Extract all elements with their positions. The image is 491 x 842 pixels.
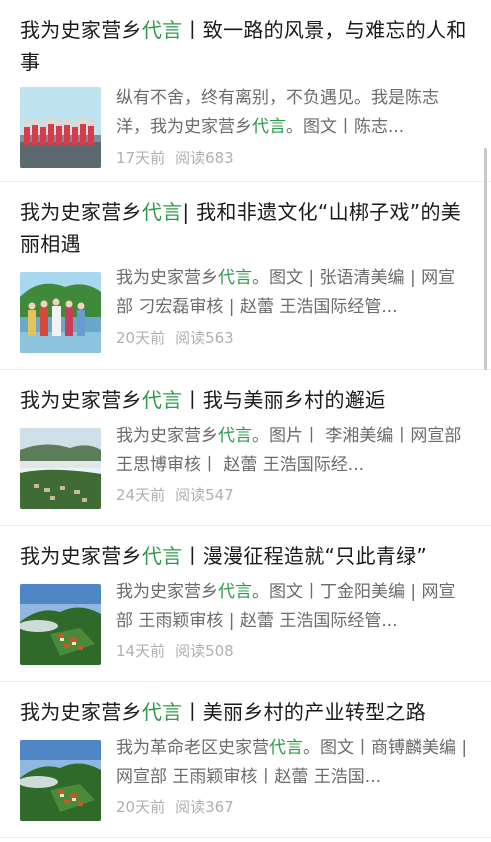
article-title[interactable]: 我为史家营乡代言丨美丽乡村的产业转型之路 — [20, 696, 472, 728]
title-highlight: 代言 — [141, 700, 183, 724]
read-count: 阅读508 — [175, 642, 234, 660]
summary-text: 。图文丨陈志... — [286, 117, 405, 137]
read-count: 阅读367 — [175, 798, 234, 816]
article-item[interactable]: 我为史家营乡代言丨致一路的风景，与难忘的人和事 纵有不舍，终有离别，不负遇见。我… — [0, 0, 491, 182]
title-text: 丨我与美丽乡村的邂逅 — [182, 388, 386, 412]
article-title[interactable]: 我为史家营乡代言丨漫漫征程造就“只此青绿” — [20, 540, 472, 572]
read-count: 阅读563 — [175, 329, 234, 347]
summary-highlight: 代言 — [252, 117, 286, 137]
article-item[interactable]: 我为史家营乡代言丨漫漫征程造就“只此青绿” 我为史家营乡代言。图文丨丁金阳美编 … — [0, 526, 491, 682]
article-item[interactable]: 我为史家营乡代言| 我和非遗文化“山梆子戏”的美丽相遇 我为史家营乡代言。图文 … — [0, 182, 491, 370]
title-text: 我为史家营乡 — [20, 388, 142, 412]
article-meta: 24天前 阅读547 — [116, 485, 244, 505]
article-summary: 纵有不舍，终有离别，不负遇见。我是陈志洋，我为史家营乡代言。图文丨陈志... — [116, 84, 472, 142]
opera-performers-thumbnail[interactable] — [20, 272, 101, 353]
read-count: 阅读683 — [175, 149, 234, 167]
mountain-resort-thumbnail[interactable] — [20, 584, 101, 665]
article-list: 我为史家营乡代言丨致一路的风景，与难忘的人和事 纵有不舍，终有离别，不负遇见。我… — [0, 0, 491, 838]
article-summary: 我为史家营乡代言。图文丨丁金阳美编 | 网宣部 王雨颖审核 | 赵蕾 王浩国际经… — [116, 578, 472, 636]
title-text: 丨漫漫征程造就“只此青绿” — [182, 544, 428, 568]
publish-time: 17天前 — [116, 149, 166, 167]
mountain-resort-thumbnail[interactable] — [20, 740, 101, 821]
article-meta: 14天前 阅读508 — [116, 641, 244, 661]
article-title[interactable]: 我为史家营乡代言丨致一路的风景，与难忘的人和事 — [20, 14, 472, 78]
summary-highlight: 代言 — [218, 582, 252, 602]
group-photo-thumbnail[interactable] — [20, 87, 101, 168]
summary-highlight: 代言 — [218, 426, 252, 446]
read-count: 阅读547 — [175, 486, 234, 504]
summary-text: 我为史家营乡 — [116, 268, 218, 288]
article-item[interactable]: 我为史家营乡代言丨美丽乡村的产业转型之路 我为革命老区史家营代言。图文丨商镈麟美… — [0, 682, 491, 838]
publish-time: 14天前 — [116, 642, 166, 660]
summary-text: 我为史家营乡 — [116, 426, 218, 446]
article-item[interactable]: 我为史家营乡代言丨我与美丽乡村的邂逅 我为史家营乡代言。图片丨 李湘美编丨网宣部… — [0, 370, 491, 526]
vertical-scrollbar[interactable] — [484, 148, 487, 370]
publish-time: 20天前 — [116, 329, 166, 347]
title-highlight: 代言 — [141, 544, 183, 568]
summary-highlight: 代言 — [218, 268, 252, 288]
article-meta: 17天前 阅读683 — [116, 148, 244, 168]
publish-time: 24天前 — [116, 486, 166, 504]
article-meta: 20天前 阅读367 — [116, 797, 244, 817]
mountain-village-thumbnail[interactable] — [20, 428, 101, 509]
article-summary: 我为史家营乡代言。图片丨 李湘美编丨网宣部 王思博审核丨 赵蕾 王浩国际经... — [116, 422, 472, 480]
article-summary: 我为革命老区史家营代言。图文丨商镈麟美编 | 网宣部 王雨颖审核丨赵蕾 王浩国.… — [116, 734, 472, 792]
title-highlight: 代言 — [141, 388, 183, 412]
article-meta: 20天前 阅读563 — [116, 328, 244, 348]
title-text: 我为史家营乡 — [20, 200, 142, 224]
title-text: 我为史家营乡 — [20, 18, 142, 42]
summary-text: 我为革命老区史家营 — [116, 738, 269, 758]
article-summary: 我为史家营乡代言。图文 | 张语清美编 | 网宣部 刁宏磊审核 | 赵蕾 王浩国… — [116, 264, 472, 322]
title-text: 我为史家营乡 — [20, 700, 142, 724]
summary-text: 我为史家营乡 — [116, 582, 218, 602]
title-text: 丨美丽乡村的产业转型之路 — [182, 700, 427, 724]
title-text: 我为史家营乡 — [20, 544, 142, 568]
title-highlight: 代言 — [141, 200, 183, 224]
summary-highlight: 代言 — [269, 738, 303, 758]
publish-time: 20天前 — [116, 798, 166, 816]
article-title[interactable]: 我为史家营乡代言| 我和非遗文化“山梆子戏”的美丽相遇 — [20, 196, 472, 260]
title-highlight: 代言 — [141, 18, 183, 42]
article-title[interactable]: 我为史家营乡代言丨我与美丽乡村的邂逅 — [20, 384, 472, 416]
